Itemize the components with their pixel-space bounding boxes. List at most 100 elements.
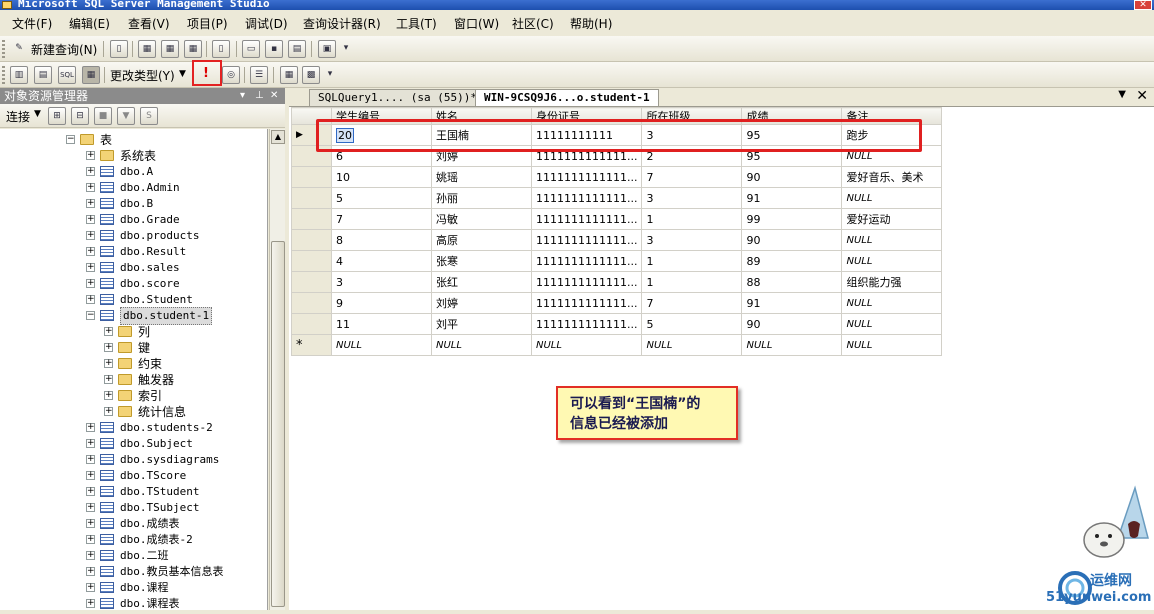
- grid-cell[interactable]: 1: [641, 208, 743, 230]
- expand-icon[interactable]: +: [86, 487, 95, 496]
- grid-cell[interactable]: 1111111111111...: [530, 271, 643, 293]
- grid-cell[interactable]: 91: [741, 292, 843, 314]
- grid-cell[interactable]: NULL: [841, 145, 943, 167]
- grid-cell[interactable]: 5: [641, 313, 743, 335]
- expand-icon[interactable]: +: [86, 231, 95, 240]
- expand-icon[interactable]: +: [86, 167, 95, 176]
- mdx-query-icon[interactable]: ▦: [184, 40, 202, 58]
- grid-cell[interactable]: 1111111111111...: [530, 292, 643, 314]
- grid-cell[interactable]: 1111111111111...: [530, 145, 643, 167]
- grid-cell[interactable]: 8: [331, 229, 432, 251]
- grid-corner-cell[interactable]: [291, 107, 332, 125]
- row-header[interactable]: [291, 229, 332, 251]
- save-icon[interactable]: ▪: [265, 40, 283, 58]
- grid-cell[interactable]: 7: [331, 208, 432, 230]
- stop-icon[interactable]: ■: [94, 107, 112, 125]
- menu-file[interactable]: 文件(F): [12, 15, 52, 32]
- table-row[interactable]: 4 张寒 1111111111111... 1 89 NULL: [291, 250, 943, 272]
- grid-cell[interactable]: 91: [741, 187, 843, 209]
- grid-cell[interactable]: NULL: [641, 334, 743, 356]
- connect-object-explorer-icon[interactable]: ⊞: [48, 107, 66, 125]
- expand-icon[interactable]: +: [104, 359, 113, 368]
- active-cell-editor[interactable]: 20: [336, 127, 354, 143]
- grid-cell[interactable]: NULL: [841, 292, 943, 314]
- grid-cell[interactable]: 99: [741, 208, 843, 230]
- grid-cell[interactable]: 1111111111111...: [530, 313, 643, 335]
- grid-cell[interactable]: NULL: [741, 334, 843, 356]
- expand-icon[interactable]: +: [104, 407, 113, 416]
- row-header[interactable]: [291, 271, 332, 293]
- grid-cell[interactable]: 4: [331, 250, 432, 272]
- grid-cell[interactable]: 3: [641, 229, 743, 251]
- grid-cell[interactable]: 3: [641, 124, 743, 146]
- close-document-icon[interactable]: ✕: [1136, 88, 1148, 104]
- menu-view[interactable]: 查看(V): [128, 15, 170, 32]
- add-table-icon[interactable]: ▦: [280, 66, 298, 84]
- print-icon[interactable]: ▤: [288, 40, 306, 58]
- expand-icon[interactable]: +: [86, 151, 95, 160]
- grid-cell[interactable]: 刘婷: [431, 292, 532, 314]
- grid-cell[interactable]: 孙丽: [431, 187, 532, 209]
- document-list-dropdown-icon[interactable]: ▼: [1118, 89, 1126, 100]
- grid-cell[interactable]: 爱好运动: [841, 208, 943, 230]
- grid-cell[interactable]: 90: [741, 229, 843, 251]
- column-header[interactable]: 学生编号: [331, 107, 432, 125]
- tab-sqlquery1[interactable]: SQLQuery1.... (sa (55))*: [309, 89, 486, 106]
- grid-cell[interactable]: 1: [641, 271, 743, 293]
- grid-cell[interactable]: 冯敏: [431, 208, 532, 230]
- grid-cell[interactable]: 95: [741, 124, 843, 146]
- expand-icon[interactable]: +: [86, 583, 95, 592]
- menu-query-designer[interactable]: 查询设计器(R): [303, 15, 381, 32]
- new-query-button[interactable]: 新建查询(N): [31, 41, 97, 58]
- table-row[interactable]: 8 高原 1111111111111... 3 90 NULL: [291, 229, 943, 251]
- grid-cell[interactable]: 9: [331, 292, 432, 314]
- expand-icon[interactable]: +: [104, 327, 113, 336]
- expand-icon[interactable]: +: [86, 567, 95, 576]
- menu-project[interactable]: 项目(P): [187, 15, 228, 32]
- table-row[interactable]: 11 刘平 1111111111111... 5 90 NULL: [291, 313, 943, 335]
- table-row[interactable]: ▶ 20 王国楠 11111111111 3 95 跑步: [291, 124, 943, 146]
- toolbar-grip[interactable]: [2, 40, 5, 58]
- menu-help[interactable]: 帮助(H): [570, 15, 612, 32]
- add-derived-table-icon[interactable]: ▩: [302, 66, 320, 84]
- grid-cell[interactable]: 11: [331, 313, 432, 335]
- menu-window[interactable]: 窗口(W): [454, 15, 499, 32]
- row-header[interactable]: [291, 166, 332, 188]
- tree-scrollbar[interactable]: ▲: [269, 129, 285, 610]
- refresh-icon[interactable]: S: [140, 107, 158, 125]
- grid-cell[interactable]: 89: [741, 250, 843, 272]
- grid-cell[interactable]: NULL: [841, 229, 943, 251]
- grid-cell[interactable]: 90: [741, 166, 843, 188]
- filter-icon[interactable]: ▼: [117, 107, 135, 125]
- verify-sql-icon[interactable]: ◎: [222, 66, 240, 84]
- row-header[interactable]: [291, 292, 332, 314]
- grid-cell[interactable]: 3: [331, 271, 432, 293]
- expand-icon[interactable]: +: [86, 295, 95, 304]
- grid-cell[interactable]: 10: [331, 166, 432, 188]
- expand-icon[interactable]: +: [104, 343, 113, 352]
- row-header[interactable]: [291, 250, 332, 272]
- grid-cell[interactable]: 高原: [431, 229, 532, 251]
- expand-icon[interactable]: +: [86, 199, 95, 208]
- grid-cell[interactable]: 5: [331, 187, 432, 209]
- expand-icon[interactable]: +: [104, 375, 113, 384]
- menu-edit[interactable]: 编辑(E): [69, 15, 110, 32]
- activity-monitor-icon[interactable]: ▣: [318, 40, 336, 58]
- group-by-icon[interactable]: ☰: [250, 66, 268, 84]
- expand-icon[interactable]: +: [86, 599, 95, 608]
- row-header[interactable]: [291, 313, 332, 335]
- column-header[interactable]: 所在班级: [641, 107, 743, 125]
- tab-student-1-table[interactable]: WIN-9CSQ9J6...o.student-1: [475, 89, 659, 106]
- grid-cell[interactable]: 组织能力强: [841, 271, 943, 293]
- column-header[interactable]: 身份证号: [530, 107, 643, 125]
- grid-cell[interactable]: NULL: [841, 334, 943, 356]
- menu-community[interactable]: 社区(C): [512, 15, 554, 32]
- collapse-icon[interactable]: −: [66, 135, 75, 144]
- expand-icon[interactable]: +: [104, 391, 113, 400]
- show-criteria-pane-icon[interactable]: ▤: [34, 66, 52, 84]
- analysis-query-icon[interactable]: ▦: [161, 40, 179, 58]
- grid-cell[interactable]: 90: [741, 313, 843, 335]
- grid-cell[interactable]: 11111111111: [530, 124, 643, 146]
- grid-cell[interactable]: 1111111111111...: [530, 229, 643, 251]
- pin-icon[interactable]: ⊥: [255, 88, 264, 104]
